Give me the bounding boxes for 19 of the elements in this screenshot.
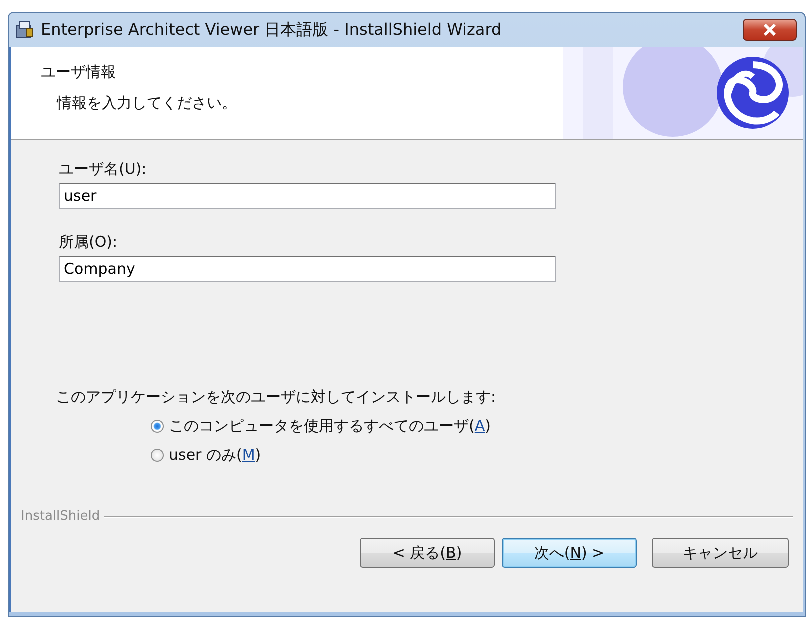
field-label: ユーザ名(U): <box>59 160 148 179</box>
input-field[interactable]: Company <box>59 256 556 282</box>
page-title: ユーザ情報 <box>41 63 117 82</box>
radio-button[interactable] <box>151 449 164 462</box>
dialog-button[interactable]: キャンセル <box>652 538 789 568</box>
dialog-button[interactable]: 次へ(N) > <box>502 538 637 568</box>
input-field[interactable]: user <box>59 183 556 209</box>
radio-label[interactable]: user のみ(M) <box>169 446 262 465</box>
window-title: Enterprise Architect Viewer 日本語版 - InstallShield Wizard <box>41 20 503 40</box>
close-icon <box>763 24 777 36</box>
page-subtitle: 情報を入力してください。 <box>57 94 237 113</box>
field-label: 所属(O): <box>59 233 119 252</box>
dialog-button[interactable]: < 戻る(B) <box>360 538 495 568</box>
brand-label: InstallShield <box>21 509 100 524</box>
close-button[interactable] <box>743 19 797 41</box>
installer-icon <box>15 20 35 40</box>
radio-label[interactable]: このコンピュータを使用するすべてのユーザ(A) <box>169 417 491 436</box>
install-prompt: このアプリケーションを次のユーザに対してインストールします: <box>56 388 498 407</box>
radio-button[interactable] <box>151 420 164 433</box>
